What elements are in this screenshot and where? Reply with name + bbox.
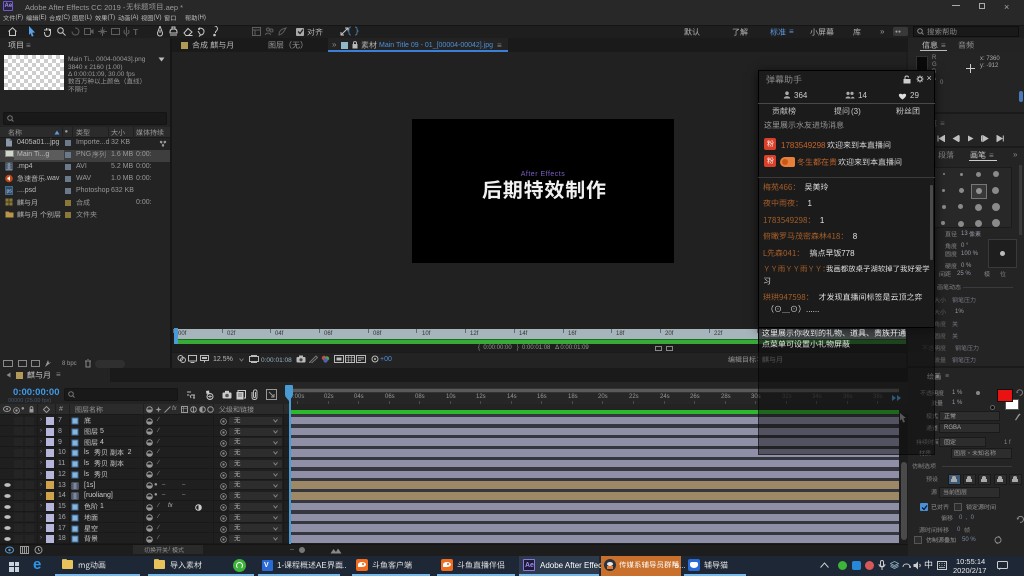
- svg-text:ps: ps: [7, 189, 13, 195]
